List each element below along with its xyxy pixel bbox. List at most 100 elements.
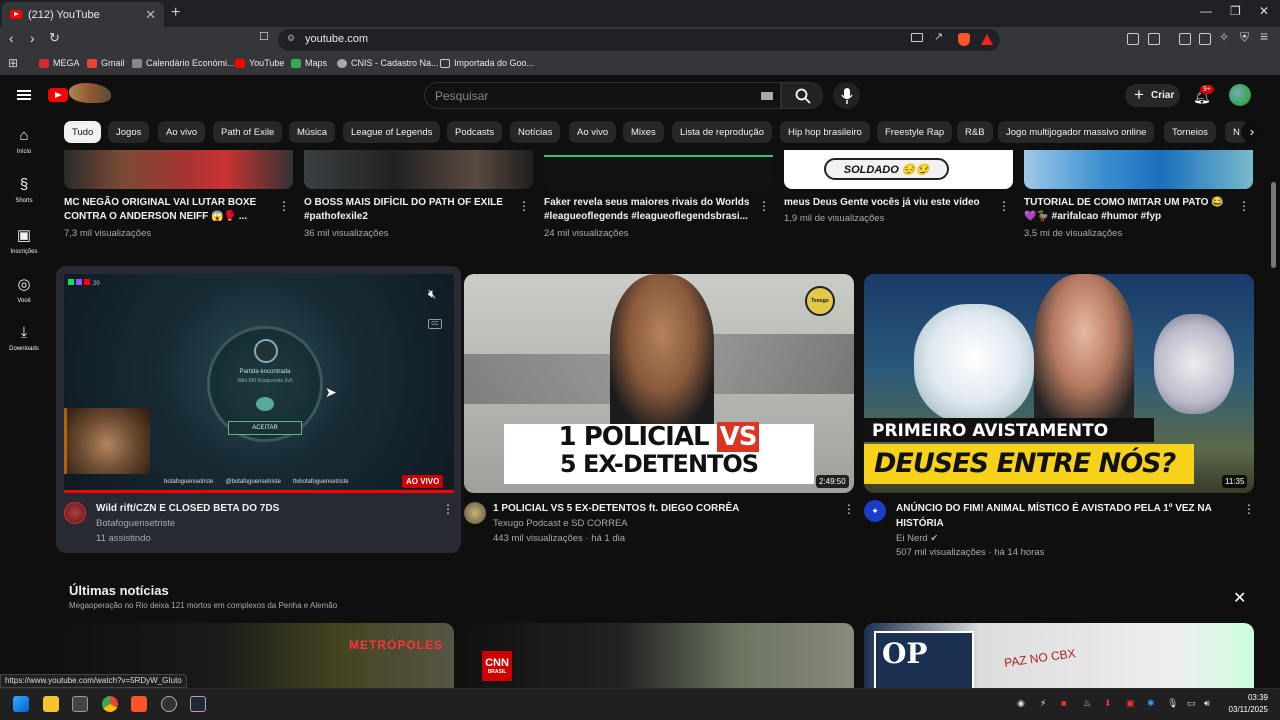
more-options-icon[interactable]: ⋮ bbox=[1243, 502, 1255, 516]
back-icon[interactable]: ‹ bbox=[9, 30, 14, 46]
steam-icon[interactable]: ♨︎ bbox=[1083, 698, 1091, 709]
url-field[interactable]: ⚙ youtube.com bbox=[278, 29, 1000, 51]
leo-ai-icon[interactable]: ✧ bbox=[1219, 30, 1229, 44]
tab-search-icon[interactable] bbox=[1148, 33, 1160, 45]
menu-icon[interactable]: ≡ bbox=[1260, 28, 1268, 44]
video-thumbnail[interactable] bbox=[1024, 150, 1253, 189]
search-input[interactable]: Pesquisar bbox=[424, 82, 781, 109]
forward-icon[interactable]: › bbox=[30, 30, 35, 46]
video-title[interactable]: MC NEGÃO ORIGINAL VAI LUTAR BOXE bbox=[64, 195, 256, 210]
video-title-line2[interactable]: CONTRA O ANDERSON NEIFF 😱🥊 ... bbox=[64, 209, 247, 224]
brave-rewards-icon[interactable] bbox=[981, 34, 993, 45]
video-thumbnail[interactable]: 1 POLICIAL VS 5 EX-DETENTOS Texugo 2:49:… bbox=[464, 274, 854, 493]
league-client-icon[interactable] bbox=[190, 696, 206, 712]
channel-avatar[interactable] bbox=[464, 502, 486, 524]
bluetooth-icon[interactable]: ✱ bbox=[1147, 698, 1155, 709]
video-thumbnail[interactable]: PRIMEIRO AVISTAMENTO DEUSES ENTRE NÓS? 1… bbox=[864, 274, 1254, 493]
bookmark-maps[interactable]: Maps bbox=[291, 58, 327, 68]
video-title[interactable]: ANÚNCIO DO FIM! ANIMAL MÍSTICO É AVISTAD… bbox=[896, 501, 1212, 516]
sidebar-item-downloads[interactable]: ⤓ Downloads bbox=[0, 324, 48, 352]
accept-button[interactable]: ACEITAR bbox=[228, 421, 302, 435]
chip-path-of-exile[interactable]: Path of Exile bbox=[213, 121, 283, 143]
more-options-icon[interactable]: ⋮ bbox=[758, 199, 770, 213]
video-title[interactable]: meus Deus Gente vocês já viu este vídeo bbox=[784, 195, 980, 210]
sidebar-item-voce[interactable]: ◎ Você bbox=[0, 275, 48, 304]
more-options-icon[interactable]: ⋮ bbox=[442, 502, 454, 516]
bookmark-mega[interactable]: MEGA bbox=[39, 58, 80, 68]
page-scrollbar[interactable] bbox=[1271, 182, 1276, 268]
brave-shields-icon[interactable] bbox=[958, 33, 970, 46]
chip-ao-vivo-2[interactable]: Ao vivo bbox=[569, 121, 617, 143]
restore-icon[interactable]: ❐ bbox=[1230, 4, 1241, 18]
video-title-line2[interactable]: HISTÓRIA bbox=[896, 516, 944, 531]
video-title[interactable]: TUTORIAL DE COMO IMITAR UM PATO 😂 bbox=[1024, 195, 1224, 210]
sidebar-toggle-icon[interactable] bbox=[1179, 33, 1191, 45]
apps-grid-icon[interactable]: ⊞ bbox=[8, 56, 18, 70]
video-thumbnail[interactable] bbox=[304, 150, 533, 189]
file-explorer-icon[interactable] bbox=[43, 696, 59, 712]
chrome-icon[interactable] bbox=[102, 696, 118, 712]
cast-icon[interactable] bbox=[911, 33, 923, 42]
chip-scroll-right-icon[interactable]: › bbox=[1241, 121, 1263, 143]
start-icon[interactable] bbox=[13, 696, 29, 712]
video-title[interactable]: Faker revela seus maiores rivais do Worl… bbox=[544, 195, 749, 210]
store-icon[interactable] bbox=[72, 696, 88, 712]
chip-tudo[interactable]: Tudo bbox=[64, 121, 102, 143]
hamburger-menu-icon[interactable] bbox=[17, 90, 31, 100]
account-avatar[interactable] bbox=[1229, 84, 1251, 106]
chip-musica[interactable]: Música bbox=[289, 121, 336, 143]
share-icon[interactable]: ↗ bbox=[934, 30, 943, 43]
news-thumbnail[interactable]: OP PAZ NO CBX bbox=[864, 623, 1254, 688]
chip-jogo-multijogador[interactable]: Jogo multijogador massivo online bbox=[998, 121, 1155, 143]
chip-torneios[interactable]: Torneios bbox=[1164, 121, 1216, 143]
video-thumbnail[interactable]: SOLDADO 😔😏 bbox=[784, 150, 1013, 189]
video-title-line2[interactable]: #leagueoflegends #leagueoflegendsbrasi..… bbox=[544, 209, 748, 224]
browser-tab[interactable]: (212) YouTube ✕ bbox=[2, 2, 164, 27]
chip-jogos[interactable]: Jogos bbox=[108, 121, 150, 143]
chip-ao-vivo[interactable]: Ao vivo bbox=[158, 121, 206, 143]
site-info-icon[interactable]: ⚙ bbox=[287, 33, 295, 44]
new-tab-icon[interactable]: + bbox=[171, 4, 180, 22]
bookmark-gmail[interactable]: Gmail bbox=[87, 58, 125, 68]
create-button[interactable]: + Criar bbox=[1125, 84, 1180, 107]
chip-noticias[interactable]: Notícias bbox=[510, 121, 561, 143]
chip-freestyle-rap[interactable]: Freestyle Rap bbox=[877, 121, 953, 143]
chip-hip-hop-brasileiro[interactable]: Hip hop brasileiro bbox=[780, 121, 870, 143]
vpn-icon[interactable]: ⛨ bbox=[1240, 30, 1249, 45]
brave-taskbar-icon[interactable] bbox=[131, 696, 147, 712]
volume-icon[interactable]: 🔊︎ bbox=[1204, 698, 1210, 709]
video-thumbnail[interactable] bbox=[64, 150, 293, 189]
bookmark-cnis[interactable]: CNIS - Cadastro Na... bbox=[337, 58, 439, 68]
live-progress-bar[interactable] bbox=[64, 490, 454, 493]
more-options-icon[interactable]: ⋮ bbox=[518, 199, 530, 213]
microphone-tray-icon[interactable]: 🎙︎ bbox=[1167, 698, 1178, 709]
app-icon[interactable] bbox=[161, 696, 177, 712]
more-options-icon[interactable]: ⋮ bbox=[1238, 199, 1250, 213]
news-thumbnail[interactable]: CNN BRASIL bbox=[464, 623, 854, 688]
minimize-icon[interactable]: — bbox=[1200, 4, 1212, 18]
channel-avatar[interactable] bbox=[64, 502, 86, 524]
network-icon[interactable]: ▭ bbox=[1187, 698, 1196, 709]
youtube-logo-icon[interactable] bbox=[48, 88, 68, 102]
sidebar-item-inscricoes[interactable]: ▣ Inscrições bbox=[0, 226, 48, 255]
mute-icon[interactable]: 🔇︎ bbox=[428, 286, 436, 302]
chip-mixes[interactable]: Mixes bbox=[623, 121, 664, 143]
chip-rnb[interactable]: R&B bbox=[957, 121, 993, 143]
close-tab-icon[interactable]: ✕ bbox=[145, 7, 156, 23]
bookmark-folder-importada[interactable]: Importada do Goo... bbox=[440, 58, 534, 68]
extensions-icon[interactable] bbox=[1127, 33, 1139, 45]
chip-lista-de-reproducao[interactable]: Lista de reprodução bbox=[672, 121, 772, 143]
channel-name[interactable]: Ei Nerd ✔ bbox=[896, 533, 938, 544]
search-button[interactable] bbox=[781, 82, 823, 109]
channel-name[interactable]: Texugo Podcast e SD CORREA bbox=[493, 518, 628, 529]
bookmark-icon[interactable]: ☐ bbox=[259, 30, 269, 43]
tray-app-icon[interactable]: ⚡︎ bbox=[1040, 698, 1046, 709]
captions-icon[interactable]: CC bbox=[428, 319, 442, 329]
video-title-line2[interactable]: 💜🦆 #arifalcao #humor #fyp bbox=[1024, 209, 1161, 224]
video-title[interactable]: Wild rift/CZN E CLOSED BETA DO 7DS bbox=[96, 501, 279, 516]
bookmark-calendario[interactable]: Calendário Económi... bbox=[132, 58, 235, 68]
tray-app-icon[interactable]: ◉ bbox=[1017, 698, 1025, 709]
channel-avatar[interactable]: ✦ bbox=[864, 500, 886, 522]
window-close-icon[interactable]: ✕ bbox=[1259, 4, 1269, 18]
video-title[interactable]: 1 POLICIAL VS 5 EX-DETENTOS ft. DIEGO CO… bbox=[493, 501, 739, 516]
